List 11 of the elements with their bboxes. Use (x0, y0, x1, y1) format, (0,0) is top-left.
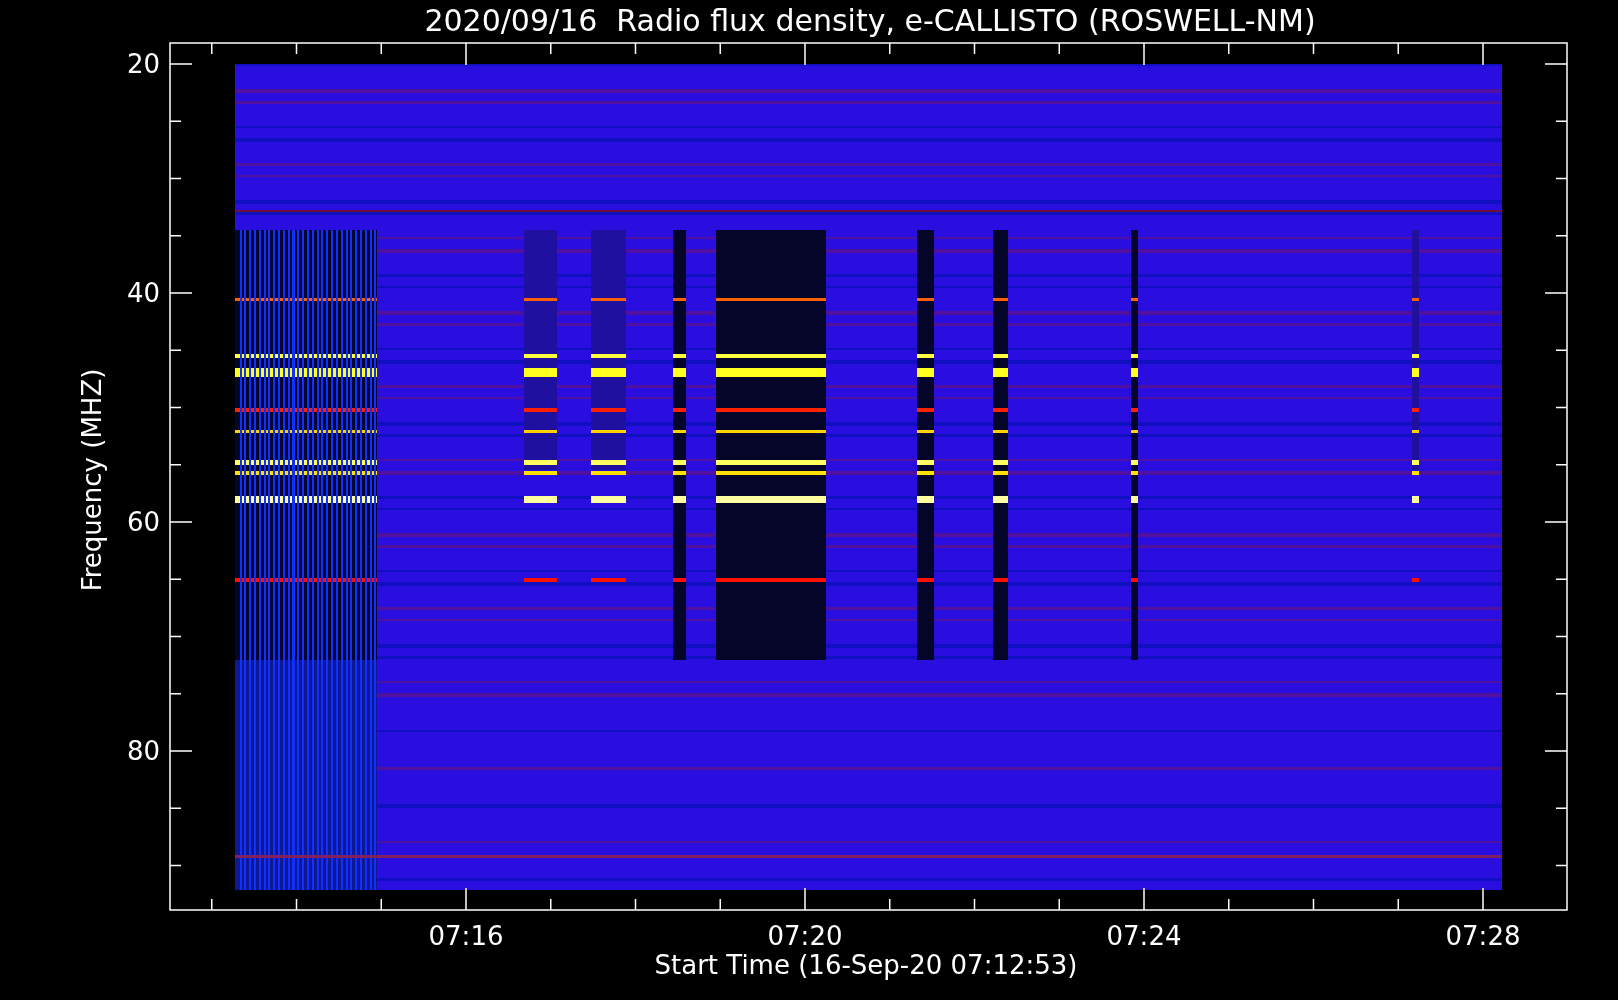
x-tick-label: 07:20 (767, 921, 843, 951)
x-axis-label: Start Time (16-Sep-20 07:12:53) (654, 950, 1078, 980)
y-tick-label: 40 (126, 278, 160, 308)
y-tick-label: 80 (126, 736, 160, 766)
y-tick-label: 60 (126, 507, 160, 537)
x-tick-label: 07:16 (428, 921, 504, 951)
x-tick-label: 07:28 (1445, 921, 1521, 951)
y-tick-label: 20 (126, 49, 160, 79)
x-tick-label: 07:24 (1106, 921, 1182, 951)
chart-title: 2020/09/16 Radio flux density, e-CALLISTO (ROSWELL-NM) (424, 3, 1316, 38)
y-axis-label: Frequency (MHZ) (77, 368, 107, 592)
